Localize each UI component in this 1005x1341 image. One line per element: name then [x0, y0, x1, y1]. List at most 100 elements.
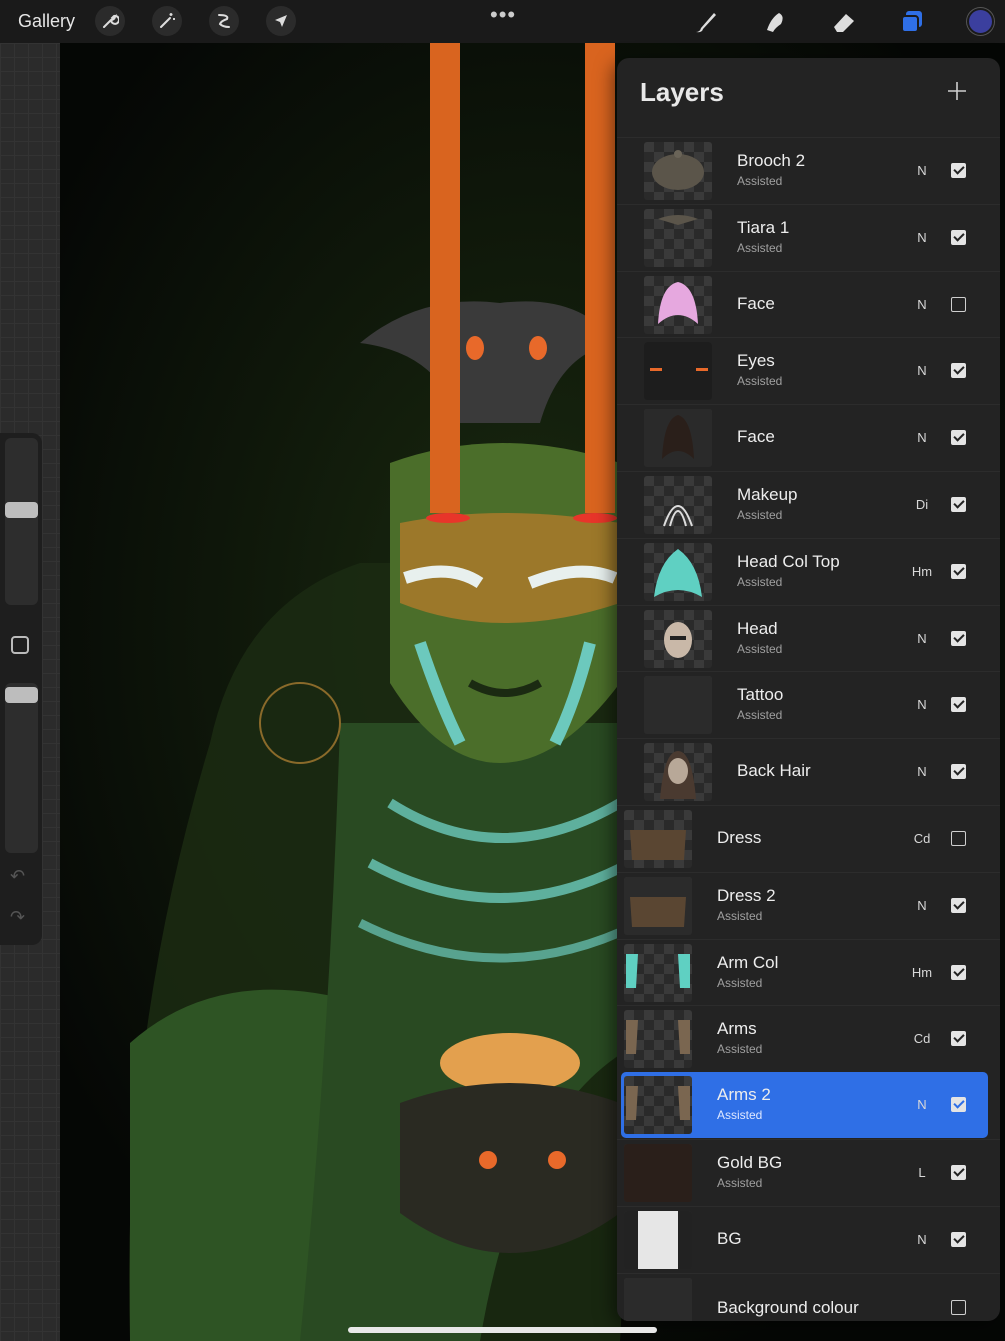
layer-thumbnail[interactable] [644, 476, 712, 534]
adjustments-button[interactable] [152, 6, 182, 36]
add-layer-icon[interactable] [946, 80, 968, 102]
opacity-slider[interactable] [5, 683, 38, 853]
layer-visibility-checkbox[interactable] [951, 1165, 966, 1180]
layer-row[interactable]: Gold BG Assisted L [617, 1139, 1000, 1205]
layer-name: Back Hair [737, 761, 811, 780]
layer-visibility-checkbox[interactable] [951, 898, 966, 913]
blend-mode-button[interactable]: Cd [902, 831, 942, 846]
blend-mode-button[interactable]: N [902, 163, 942, 178]
layer-thumbnail[interactable] [624, 1211, 692, 1269]
panel-title: Layers [640, 77, 724, 107]
layer-visibility-checkbox[interactable] [951, 965, 966, 980]
layer-thumbnail[interactable] [644, 409, 712, 467]
layer-visibility-checkbox[interactable] [951, 297, 966, 312]
blend-mode-button[interactable]: Di [902, 497, 942, 512]
layer-row[interactable]: Arms Assisted Cd [617, 1005, 1000, 1071]
layer-name: Arms 2 [717, 1085, 771, 1104]
layer-visibility-checkbox[interactable] [951, 230, 966, 245]
layer-name: Brooch 2 [737, 151, 806, 170]
layer-visibility-checkbox[interactable] [951, 764, 966, 779]
selection-button[interactable] [209, 6, 239, 36]
layer-row[interactable]: Head Assisted N [617, 605, 1000, 671]
brush-size-slider-thumb[interactable] [5, 502, 38, 518]
redo-icon[interactable]: ↷ [10, 907, 25, 928]
blend-mode-button[interactable]: N [902, 631, 942, 646]
layer-thumbnail[interactable] [624, 1010, 692, 1068]
layer-row[interactable]: Face N [617, 404, 1000, 470]
layer-name: Head Col Top [737, 552, 840, 571]
blend-mode-button[interactable]: N [902, 363, 942, 378]
opacity-slider-thumb[interactable] [5, 687, 38, 703]
layer-row[interactable]: Head Col Top Assisted Hm [617, 538, 1000, 604]
blend-mode-button[interactable]: N [902, 697, 942, 712]
layers-icon[interactable] [898, 8, 926, 36]
layer-visibility-checkbox[interactable] [951, 1031, 966, 1046]
layer-row[interactable]: Makeup Assisted Di [617, 471, 1000, 537]
layer-visibility-checkbox[interactable] [951, 1300, 966, 1315]
color-picker-swatch[interactable] [967, 8, 994, 35]
layer-thumbnail[interactable] [644, 342, 712, 400]
layer-row[interactable]: Brooch 2 Assisted N [617, 137, 1000, 203]
layer-thumbnail[interactable] [624, 1144, 692, 1202]
blend-mode-button[interactable]: Cd [902, 1031, 942, 1046]
layer-subtitle: Assisted [717, 1108, 763, 1122]
layer-row[interactable]: Tattoo Assisted N [617, 671, 1000, 737]
layer-thumbnail[interactable] [624, 877, 692, 935]
layer-thumbnail[interactable] [624, 1076, 692, 1134]
layer-thumbnail[interactable] [644, 543, 712, 601]
layer-visibility-checkbox[interactable] [951, 497, 966, 512]
blend-mode-button[interactable]: N [902, 1097, 942, 1112]
eraser-icon[interactable] [830, 8, 858, 36]
blend-mode-button[interactable]: N [902, 430, 942, 445]
blend-mode-button[interactable]: Hm [902, 965, 942, 980]
layer-thumbnail[interactable] [644, 276, 712, 334]
brush-size-slider[interactable] [5, 438, 38, 605]
layer-thumbnail[interactable] [624, 944, 692, 1002]
layer-thumbnail[interactable] [644, 676, 712, 734]
layer-row[interactable]: Background colour [617, 1273, 1000, 1321]
gallery-button[interactable]: Gallery [18, 11, 75, 32]
blend-mode-button[interactable]: N [902, 1232, 942, 1247]
modify-button[interactable] [11, 636, 29, 654]
transform-button[interactable] [266, 6, 296, 36]
layer-visibility-checkbox[interactable] [951, 697, 966, 712]
layer-thumbnail[interactable] [644, 743, 712, 801]
layer-visibility-checkbox[interactable] [951, 363, 966, 378]
home-indicator[interactable] [348, 1327, 657, 1333]
layer-row[interactable]: Arm Col Assisted Hm [617, 939, 1000, 1005]
layer-visibility-checkbox[interactable] [951, 564, 966, 579]
layer-thumbnail[interactable] [624, 1278, 692, 1321]
layer-subtitle: Assisted [737, 575, 783, 589]
more-options-icon[interactable]: ••• [490, 2, 516, 28]
blend-mode-button[interactable]: Hm [902, 564, 942, 579]
layer-thumbnail[interactable] [644, 610, 712, 668]
layer-visibility-checkbox[interactable] [951, 1097, 966, 1112]
layer-row[interactable]: Face N [617, 271, 1000, 337]
layer-visibility-checkbox[interactable] [951, 1232, 966, 1247]
layer-row[interactable]: Tiara 1 Assisted N [617, 204, 1000, 270]
layer-visibility-checkbox[interactable] [951, 163, 966, 178]
blend-mode-button[interactable]: L [902, 1165, 942, 1180]
smudge-icon[interactable] [761, 8, 789, 36]
blend-mode-button[interactable]: N [902, 230, 942, 245]
actions-button[interactable] [95, 6, 125, 36]
layer-row[interactable]: Back Hair N [617, 738, 1000, 804]
layer-row[interactable]: Eyes Assisted N [617, 337, 1000, 403]
layer-row[interactable]: BG N [617, 1206, 1000, 1272]
layer-visibility-checkbox[interactable] [951, 831, 966, 846]
layer-subtitle: Assisted [737, 508, 783, 522]
blend-mode-button[interactable]: N [902, 297, 942, 312]
layer-row[interactable]: Arms 2 Assisted N [621, 1072, 988, 1138]
undo-icon[interactable]: ↶ [10, 866, 25, 887]
layer-thumbnail[interactable] [644, 142, 712, 200]
layer-visibility-checkbox[interactable] [951, 631, 966, 646]
layer-visibility-checkbox[interactable] [951, 430, 966, 445]
blend-mode-button[interactable]: N [902, 898, 942, 913]
layer-thumbnail[interactable] [644, 209, 712, 267]
layer-row[interactable]: Dress Cd [617, 805, 1000, 871]
blend-mode-button[interactable]: N [902, 764, 942, 779]
layer-thumbnail-image [664, 622, 692, 658]
layer-thumbnail[interactable] [624, 810, 692, 868]
layer-row[interactable]: Dress 2 Assisted N [617, 872, 1000, 938]
brush-icon[interactable] [692, 8, 720, 36]
